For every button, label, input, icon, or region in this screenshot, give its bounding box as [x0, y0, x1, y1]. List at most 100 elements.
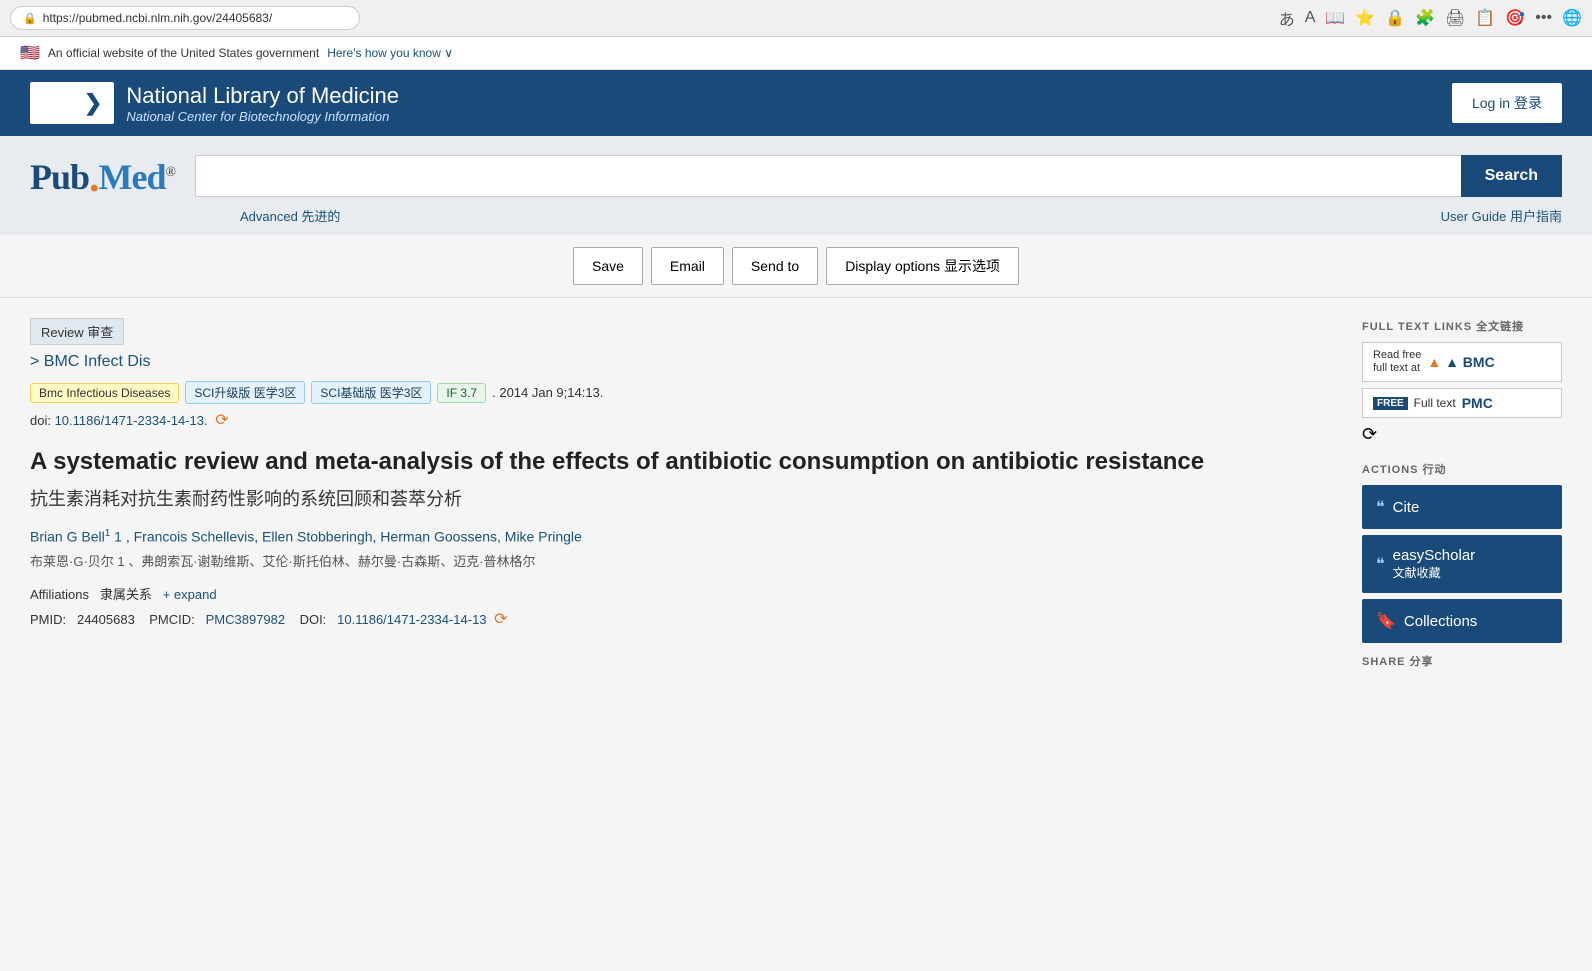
doi-icon: ⟳ — [215, 412, 228, 429]
font-icon[interactable]: A — [1305, 9, 1316, 27]
tag-if: IF 3.7 — [437, 383, 486, 403]
nih-title-area: National Library of Medicine National Ce… — [126, 83, 399, 124]
affiliations-label: Affiliations — [30, 587, 89, 602]
extensions-icon[interactable]: 🧩 — [1415, 8, 1435, 28]
author-bell-link[interactable]: Brian G Bell — [30, 529, 105, 545]
pubmed-logo: Pub.Med® — [30, 152, 175, 200]
article-title-cn: 抗生素消耗对抗生素耐药性影响的系统回顾和荟萃分析 — [30, 487, 1342, 512]
target-icon[interactable]: 🎯 — [1505, 8, 1525, 28]
tags-row: Bmc Infectious Diseases SCI升级版 医学3区 SCI基… — [30, 381, 1342, 404]
pubmed-med: Med — [99, 157, 166, 197]
browser-bar: 🔒 https://pubmed.ncbi.nlm.nih.gov/244056… — [0, 0, 1592, 37]
nih-arrow-icon: ❯ — [84, 90, 102, 116]
journal-link[interactable]: BMC Infect Dis — [30, 353, 1342, 371]
article-sidebar: FULL TEXT LINKS 全文链接 Read free full text… — [1362, 318, 1562, 669]
nih-sub-title: National Center for Biotechnology Inform… — [126, 109, 399, 124]
full-text-links-section: FULL TEXT LINKS 全文链接 Read free full text… — [1362, 318, 1562, 445]
doi-refresh-icon: ⟳ — [494, 611, 507, 628]
easy-scholar-icon: ❝ — [1376, 554, 1385, 574]
nih-logo-area: NIH ❯ National Library of Medicine Natio… — [30, 82, 399, 124]
official-banner: 🇺🇸 An official website of the United Sta… — [0, 37, 1592, 70]
search-button[interactable]: Search — [1461, 155, 1562, 197]
pmc-full-text-label: Full text — [1414, 396, 1456, 410]
cite-button[interactable]: ❝ Cite — [1362, 485, 1562, 529]
main-content: Review 审查 BMC Infect Dis Bmc Infectious … — [0, 298, 1592, 689]
pubmed-search-area: Pub.Med® Search Advanced 先进的 User Guide … — [0, 136, 1592, 235]
save-button[interactable]: Save — [573, 247, 643, 285]
authors-cn: 布莱恩·G·贝尔 1 、弗朗索瓦·谢勒维斯、艾伦·斯托伯林、赫尔曼·古森斯、迈克… — [30, 551, 1342, 570]
collections-icon: 🔖 — [1376, 611, 1396, 631]
print-icon[interactable]: 🖨 — [1445, 8, 1465, 28]
bmc-read-free-button[interactable]: Read free full text at ▲ ▲ BMC — [1362, 342, 1562, 382]
official-text: An official website of the United States… — [48, 46, 319, 60]
action-bar: Save Email Send to Display options 显示选项 — [0, 235, 1592, 298]
heres-how-link[interactable]: Here's how you know ∨ — [327, 46, 453, 60]
easy-scholar-button[interactable]: ❝ easyScholar 文献收藏 — [1362, 535, 1562, 593]
nih-text: NIH — [42, 90, 80, 116]
nih-main-title: National Library of Medicine — [126, 83, 399, 109]
us-flag: 🇺🇸 — [20, 43, 40, 63]
bmc-logo: ▲ ▲ BMC — [1427, 354, 1494, 370]
author-sup: 1 — [105, 528, 111, 539]
review-badge: Review 审查 — [30, 318, 124, 345]
browser-url-bar[interactable]: 🔒 https://pubmed.ncbi.nlm.nih.gov/244056… — [10, 6, 360, 30]
doi-ids-link[interactable]: 10.1186/1471-2334-14-13 — [337, 612, 486, 627]
pubmed-pub: Pub — [30, 157, 89, 197]
pubmed-dot: . — [89, 155, 99, 201]
affiliations-cn: 隶属关系 — [100, 587, 152, 602]
send-to-button[interactable]: Send to — [732, 247, 818, 285]
pubmed-reg: ® — [166, 165, 175, 180]
profile-icon[interactable]: 🌐 — [1562, 8, 1582, 28]
pmcid-link[interactable]: PMC3897982 — [206, 612, 286, 627]
advanced-search-link[interactable]: Advanced 先进的 — [240, 206, 340, 225]
article-title-en: A systematic review and meta-analysis of… — [30, 446, 1342, 477]
pubmed-search-row: Pub.Med® Search — [30, 152, 1562, 200]
doi-link[interactable]: 10.1186/1471-2334-14-13. — [55, 413, 208, 428]
reader-icon[interactable]: 📖 — [1325, 8, 1345, 28]
full-text-title: FULL TEXT LINKS 全文链接 — [1362, 318, 1562, 334]
spinner-icon[interactable]: ⟳ — [1362, 424, 1562, 445]
url-text: https://pubmed.ncbi.nlm.nih.gov/24405683… — [43, 11, 273, 25]
favorites-icon[interactable]: ⭐ — [1355, 8, 1375, 28]
pmc-logo: PMC — [1462, 395, 1493, 411]
cite-label: Cite — [1393, 499, 1420, 516]
actions-section: ACTIONS 行动 ❝ Cite ❝ easyScholar 文献收藏 🔖 C… — [1362, 461, 1562, 643]
translate-icon[interactable]: あ — [1279, 6, 1295, 30]
pmc-full-text-button[interactable]: FREE Full text PMC — [1362, 388, 1562, 418]
copy-icon[interactable]: 📋 — [1475, 8, 1495, 28]
search-links: Advanced 先进的 User Guide 用户指南 — [30, 206, 1562, 225]
doi-ids-label: DOI: — [300, 612, 327, 627]
collections-button[interactable]: 🔖 Collections — [1362, 599, 1562, 643]
pmcid-label: PMCID: — [149, 612, 195, 627]
affiliations-row: Affiliations 隶属关系 + expand — [30, 584, 1342, 603]
collections-label: Collections — [1404, 613, 1477, 630]
lock-icon: 🔒 — [23, 12, 37, 25]
authors-line: Brian G Bell1 1 , Francois Schellevis, E… — [30, 528, 1342, 545]
more-icon[interactable]: ••• — [1535, 9, 1552, 27]
pub-date: . 2014 Jan 9;14:13. — [492, 385, 603, 400]
shield-icon[interactable]: 🔒 — [1385, 8, 1405, 28]
user-guide-link[interactable]: User Guide 用户指南 — [1441, 206, 1562, 225]
pmid-label: PMID: — [30, 612, 66, 627]
tag-sci-upgrade: SCI升级版 医学3区 — [185, 381, 305, 404]
nih-logo-box: NIH ❯ — [30, 82, 114, 124]
easy-scholar-label: easyScholar 文献收藏 — [1393, 547, 1476, 581]
actions-title: ACTIONS 行动 — [1362, 461, 1562, 477]
expand-link[interactable]: + expand — [163, 587, 217, 602]
tag-journal: Bmc Infectious Diseases — [30, 383, 179, 403]
doi-line: doi: 10.1186/1471-2334-14-13. ⟳ — [30, 410, 1342, 430]
cite-icon: ❝ — [1376, 497, 1385, 517]
search-input[interactable] — [195, 155, 1461, 197]
bmc-read-free-text: Read free full text at — [1373, 349, 1421, 375]
doi-label: doi: — [30, 413, 55, 428]
display-options-button[interactable]: Display options 显示选项 — [826, 247, 1019, 285]
ids-row: PMID: 24405683 PMCID: PMC3897982 DOI: 10… — [30, 609, 1342, 629]
share-title: SHARE 分享 — [1362, 653, 1562, 669]
login-button[interactable]: Log in 登录 — [1452, 83, 1562, 123]
article-main: Review 审查 BMC Infect Dis Bmc Infectious … — [30, 318, 1342, 669]
pmid-value: 24405683 — [77, 612, 135, 627]
pmc-free-label: FREE — [1373, 397, 1408, 410]
bmc-triangle-icon: ▲ — [1427, 354, 1441, 370]
email-button[interactable]: Email — [651, 247, 724, 285]
nih-header: NIH ❯ National Library of Medicine Natio… — [0, 70, 1592, 136]
